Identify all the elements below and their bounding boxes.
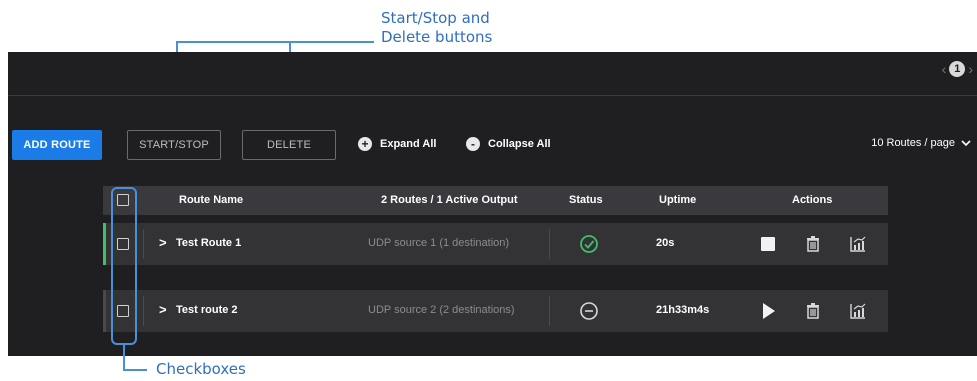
table-row: > Test route 2 UDP source 2 (2 destinati… [103,290,888,332]
plus-icon: + [358,137,372,151]
route-uptime: 21h33m4s [656,304,710,316]
table-row: > Test Route 1 UDP source 1 (1 destinati… [103,223,888,265]
routes-per-page-select[interactable]: 10 Routes / page [871,137,971,149]
header-route-name: Route Name [179,194,244,206]
row-status-marker [103,223,106,265]
expand-row-icon[interactable]: > [159,235,167,250]
trash-icon[interactable] [803,301,823,321]
delete-button[interactable]: DELETE [242,130,336,160]
collapse-all-label: Collapse All [488,138,551,150]
play-icon[interactable] [758,301,778,321]
status-ok-icon [580,235,598,253]
callout-connector [123,345,125,371]
row-status-marker [103,290,106,332]
routes-panel: ‹ 1 › ADD ROUTE START/STOP DELETE + Expa… [8,52,977,356]
page-number[interactable]: 1 [949,61,966,77]
chevron-left-icon[interactable]: ‹ [942,61,947,77]
expand-row-icon[interactable]: > [159,302,167,317]
pagination: ‹ 1 › [942,61,973,77]
route-output: UDP source 2 (2 destinations) [368,304,515,316]
expand-all-label: Expand All [380,138,437,150]
trash-icon[interactable] [803,234,823,254]
route-name: Test route 2 [176,304,238,316]
per-page-label: 10 Routes / page [871,137,955,149]
status-stopped-icon [580,302,598,320]
route-name: Test Route 1 [176,237,242,249]
route-uptime: 20s [656,237,675,249]
header-actions: Actions [792,194,833,206]
divider [143,229,144,259]
divider [549,296,550,326]
add-route-button[interactable]: ADD ROUTE [12,130,102,160]
analytics-icon[interactable] [848,301,868,321]
top-bar: ‹ 1 › [8,52,977,96]
chevron-right-icon[interactable]: › [968,61,973,77]
callout-line-1: Start/Stop and [381,9,490,27]
table-header: Route Name 2 Routes / 1 Active Output St… [103,186,888,215]
callout-connector [176,41,374,43]
callout-start-stop-delete: Start/Stop and Delete buttons [381,9,492,47]
checkbox-callout-bracket [111,187,137,345]
collapse-all-toggle[interactable]: - Collapse All [466,137,551,151]
start-stop-button[interactable]: START/STOP [127,130,221,160]
minus-icon: - [466,137,480,151]
header-outputs: 2 Routes / 1 Active Output [381,194,518,206]
route-output: UDP source 1 (1 destination) [368,237,510,249]
chevron-down-icon [961,139,971,146]
callout-connector [123,369,147,371]
stop-icon[interactable] [758,234,778,254]
expand-all-toggle[interactable]: + Expand All [358,137,436,151]
callout-line-2: Delete buttons [381,28,493,46]
analytics-icon[interactable] [848,234,868,254]
header-uptime: Uptime [659,194,697,206]
checkboxes-callout: Checkboxes [156,360,246,378]
divider [549,229,550,259]
header-status: Status [569,194,603,206]
divider [143,296,144,326]
